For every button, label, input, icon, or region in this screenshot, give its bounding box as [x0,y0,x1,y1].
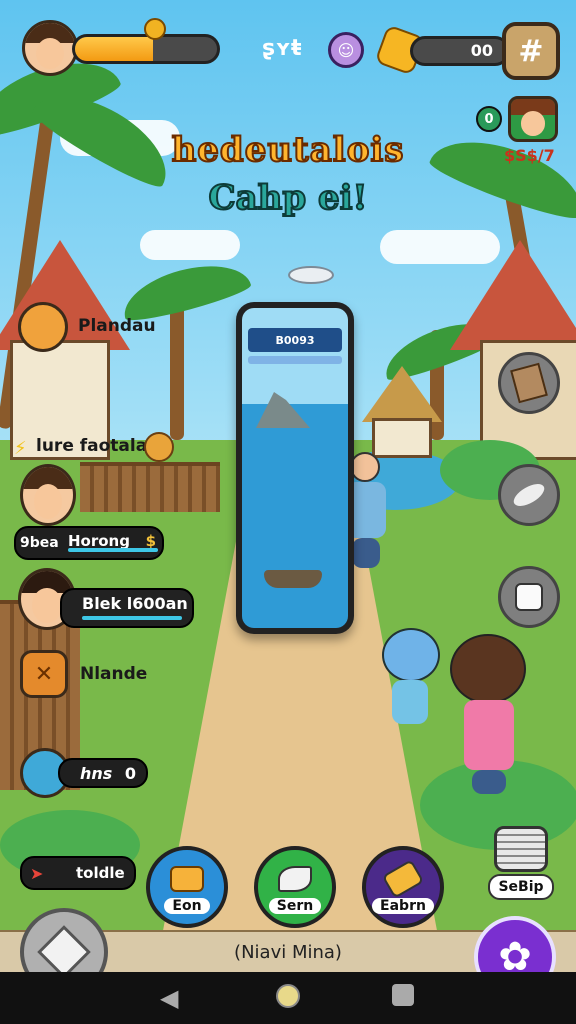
phone-header: B0093 [248,328,342,352]
xp-progress-fill [75,37,154,61]
player-avatar[interactable] [22,20,78,76]
cloud [380,230,500,264]
lives-value: 0 [124,764,136,783]
player-name: Blek l600an [82,594,188,613]
toolbar-label: toldle [76,864,125,882]
scroll-icon [510,362,548,404]
feather-button[interactable] [498,464,560,526]
leaf-icon [278,866,312,892]
menu-label-nlande[interactable]: Nlande [80,664,147,684]
coin-badge: 0 [476,106,502,132]
player-tag: 9bea [20,535,59,551]
lives-label: hns [80,764,113,783]
crate-icon[interactable]: ✕ [20,650,68,698]
menu-label-lure[interactable]: lure faotala [36,436,147,456]
acorn-icon [144,432,174,462]
menu-label-plandau[interactable]: Plandau [78,316,156,336]
player-avatar-horong[interactable] [20,464,76,526]
settings-button[interactable]: SeBip [488,826,554,904]
counter-value: 00 [470,41,493,60]
settings-label: SeBip [488,874,554,900]
recent-apps-icon[interactable] [392,984,414,1006]
diamond-icon [37,925,91,979]
player-health-bar [82,616,182,620]
game-title: hedeutalois [171,129,405,171]
counter-bar: 00 [410,36,510,66]
grill-icon [494,826,548,872]
sun-icon [144,18,166,40]
ghost-icon[interactable]: ☺ [328,32,364,68]
action-button-eabrn[interactable]: Eabrn [362,846,444,928]
action-button-sern[interactable]: Sern [254,846,336,928]
player-health-bar [68,548,158,552]
folder-icon [170,866,204,892]
map-icon[interactable] [18,302,68,352]
lightning-icon: ⚡ [14,438,27,459]
action-button-eon[interactable]: Eon [146,846,228,928]
arrow-icon: ➤ [30,864,44,883]
xp-progress-bar [72,34,220,64]
system-nav-bar: ◀ [0,972,576,1024]
back-icon[interactable]: ◀ [160,984,178,1012]
dice-button[interactable] [498,566,560,628]
player-card-blek[interactable]: Blek l600an [60,588,194,628]
smartphone[interactable]: B0093 [236,302,354,634]
scroll-button[interactable] [498,352,560,414]
menu-grid-button[interactable]: # [502,22,560,80]
phone-screen: B0093 [242,308,348,628]
battery-icon [381,859,425,899]
island-rock [256,392,310,428]
player-card-horong[interactable]: 9bea Horong $ [14,526,164,560]
grid-icon: # [518,33,544,69]
feather-icon [510,479,548,511]
dice-icon [515,583,543,611]
fence [80,462,220,512]
lives-counter: hns 0 [58,758,148,788]
home-icon[interactable] [276,984,300,1008]
status-glyphs: ʂʏŧ [262,36,302,61]
game-subtitle: Cahp ei! [208,177,369,219]
phone-progress [248,356,342,364]
cloud [140,230,240,260]
toolbar-pill[interactable]: ➤ toldle [20,856,136,890]
boat [264,570,322,588]
airship [288,266,334,284]
